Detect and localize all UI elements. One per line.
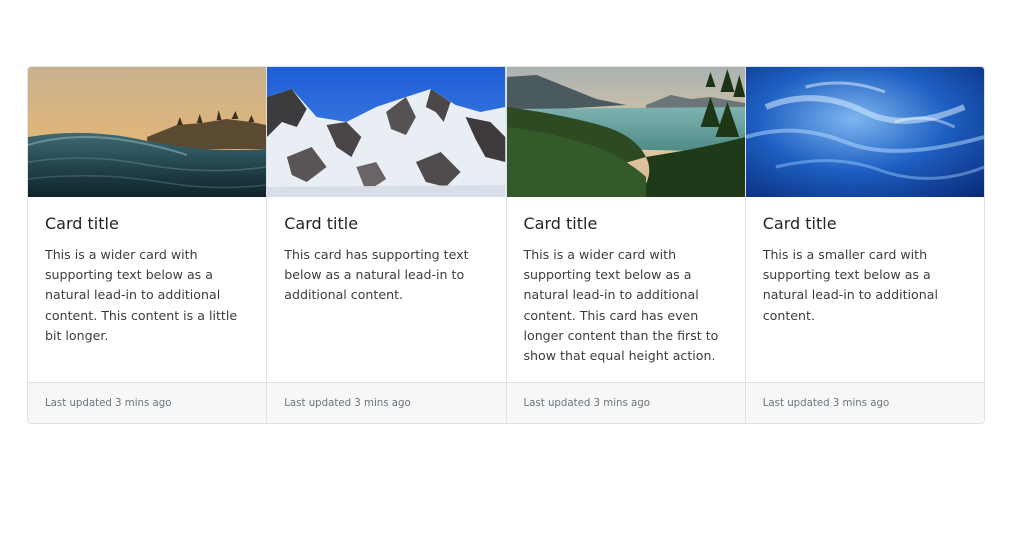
card-text: This card has supporting text below as a… (284, 247, 469, 303)
last-updated-text: Last updated 3 mins ago (45, 397, 172, 409)
mountain-lake-image (506, 67, 745, 197)
card-title: Card title (762, 214, 837, 233)
card-body: Card title This card has supporting text… (267, 197, 505, 382)
card-text: This is a wider card with supporting tex… (45, 247, 238, 343)
last-updated-text: Last updated 3 mins ago (284, 397, 411, 409)
card-title: Card title (523, 214, 598, 233)
card-body: Card title This is a wider card with sup… (28, 197, 266, 382)
card-footer: Last updated 3 mins ago (28, 382, 267, 423)
last-updated-text: Last updated 3 mins ago (523, 397, 650, 409)
card-footer: Last updated 3 mins ago (267, 382, 506, 423)
card-group: Card title This is a wider card with sup… (27, 66, 985, 424)
last-updated-text: Last updated 3 mins ago (762, 397, 890, 409)
card-3: Card title This is a wider card with sup… (505, 67, 745, 423)
snowy-mountain-image (267, 67, 506, 197)
card-title: Card title (45, 214, 119, 233)
card-4: Card title This is a smaller card with s… (744, 67, 984, 423)
card-body: Card title This is a smaller card with s… (746, 197, 984, 382)
card-footer: Last updated 3 mins ago (506, 382, 745, 423)
ocean-wave-sunset-image (28, 67, 267, 197)
card-footer: Last updated 3 mins ago (745, 382, 984, 423)
card-1: Card title This is a wider card with sup… (28, 67, 267, 423)
card-2: Card title This card has supporting text… (266, 67, 506, 423)
card-text: This is a smaller card with supporting t… (762, 247, 938, 323)
card-text: This is a wider card with supporting tex… (523, 247, 719, 364)
card-body: Card title This is a wider card with sup… (507, 197, 745, 382)
card-title: Card title (284, 214, 359, 233)
blue-water-image (745, 67, 984, 197)
